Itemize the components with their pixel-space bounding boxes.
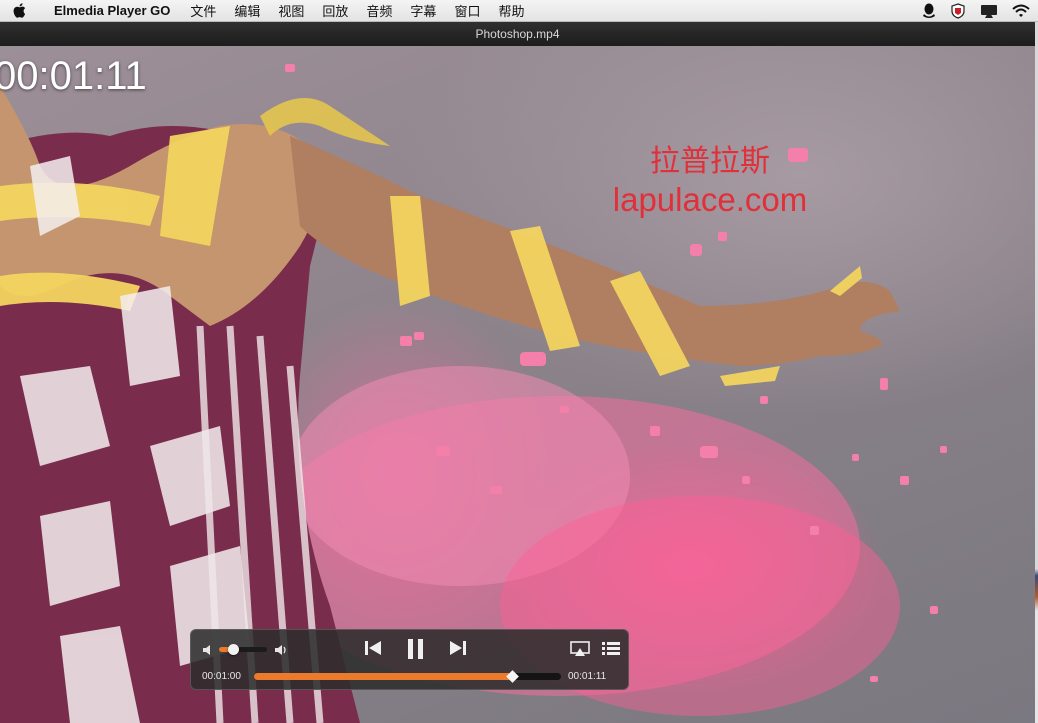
menu-audio[interactable]: 音频	[357, 1, 401, 20]
previous-icon[interactable]	[364, 640, 382, 661]
video-frame[interactable]: 00:01:11 拉普拉斯 lapulace.com 00:01:00 00:0…	[0, 46, 1035, 723]
airplay-icon[interactable]	[570, 641, 590, 662]
menu-subtitles[interactable]: 字幕	[401, 1, 445, 20]
current-time-label: 00:01:00	[202, 671, 241, 682]
video-scene-image	[0, 64, 947, 723]
menu-edit[interactable]: 编辑	[225, 1, 269, 20]
shield-icon[interactable]	[950, 3, 966, 19]
display-icon[interactable]	[980, 4, 998, 19]
watermark-chinese: 拉普拉斯	[650, 145, 770, 178]
playback-controls: 00:01:00 00:01:11	[190, 629, 629, 690]
volume-knob[interactable]	[228, 644, 240, 655]
player-window: Photoshop.mp4 00:01:11 拉普拉斯 lapulace.com…	[0, 22, 1035, 723]
volume-high-icon[interactable]	[274, 643, 288, 661]
next-icon[interactable]	[449, 640, 467, 661]
volume-low-icon[interactable]	[202, 643, 214, 661]
apple-menu-icon[interactable]	[0, 3, 38, 18]
status-area	[922, 0, 1030, 22]
end-time-label: 00:01:11	[568, 671, 607, 682]
seek-progress	[254, 673, 512, 680]
wifi-icon[interactable]	[1012, 4, 1030, 18]
pause-icon[interactable]	[406, 638, 426, 665]
watermark-url: lapulace.com	[612, 181, 808, 218]
playback-time-overlay: 00:01:11	[0, 54, 147, 98]
menu-bar: Elmedia Player GO 文件 编辑 视图 回放 音频 字幕 窗口 帮…	[0, 0, 1038, 22]
window-titlebar[interactable]: Photoshop.mp4	[0, 22, 1035, 46]
seek-bar[interactable]	[254, 670, 561, 683]
watermark: 拉普拉斯 lapulace.com	[560, 144, 860, 220]
menu-view[interactable]: 视图	[269, 1, 313, 20]
menu-help[interactable]: 帮助	[489, 1, 533, 20]
window-title: Photoshop.mp4	[475, 27, 560, 41]
qq-icon[interactable]	[922, 3, 936, 19]
playlist-icon[interactable]	[602, 641, 620, 661]
volume-slider[interactable]	[219, 644, 267, 655]
app-name-menu[interactable]: Elmedia Player GO	[38, 3, 181, 18]
menu-file[interactable]: 文件	[181, 1, 225, 20]
menu-playback[interactable]: 回放	[313, 1, 357, 20]
menu-window[interactable]: 窗口	[445, 1, 489, 20]
